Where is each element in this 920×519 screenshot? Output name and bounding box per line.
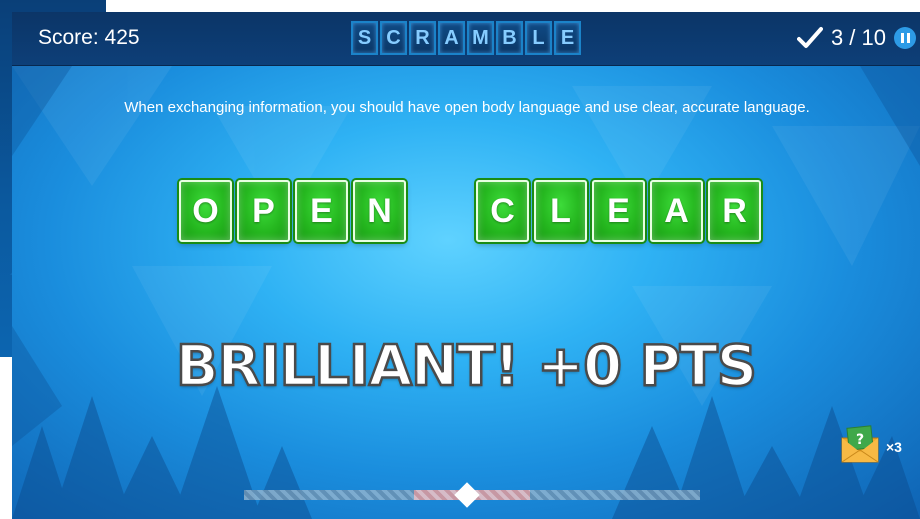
letter-tile[interactable]: L [534,180,587,242]
hint-envelope-icon[interactable]: ? [841,424,879,464]
logo-letter: R [409,21,436,55]
letter-tile[interactable]: E [592,180,645,242]
feedback-message: BRILLIANT! +0 PTS [175,333,759,401]
scramble-logo: S C R A M B L E [351,21,581,57]
logo-letter: A [438,21,465,55]
answer-word-2: C L E A R [476,180,761,242]
letter-tile[interactable]: P [237,180,290,242]
svg-text:?: ? [856,432,864,448]
check-icon [796,27,823,48]
logo-letter: M [467,21,494,55]
logo-letter: S [351,21,378,55]
top-bar: Score: 425 S C R A M B L E 3 / 10 [12,12,920,66]
background-pattern [12,66,920,519]
answer-word-1: O P E N [179,180,406,242]
logo-letter: B [496,21,523,55]
logo-letter: L [525,21,552,55]
letter-tile[interactable]: O [179,180,232,242]
letter-tile[interactable]: R [708,180,761,242]
letter-tile[interactable]: N [353,180,406,242]
question-text: When exchanging information, you should … [124,99,810,116]
progress-count: 3 / 10 [830,25,886,50]
score-display: Score: 425 [38,26,140,49]
letter-tile[interactable]: E [295,180,348,242]
letter-tile[interactable]: A [650,180,703,242]
game-panel: Score: 425 S C R A M B L E 3 / 10 When e… [12,12,920,519]
logo-letter: C [380,21,407,55]
question-progress: 3 / 10 [796,25,916,51]
logo-letter: E [554,21,581,55]
hint-count: ×3 [886,439,902,455]
pause-button[interactable] [894,27,916,49]
letter-tile[interactable]: C [476,180,529,242]
